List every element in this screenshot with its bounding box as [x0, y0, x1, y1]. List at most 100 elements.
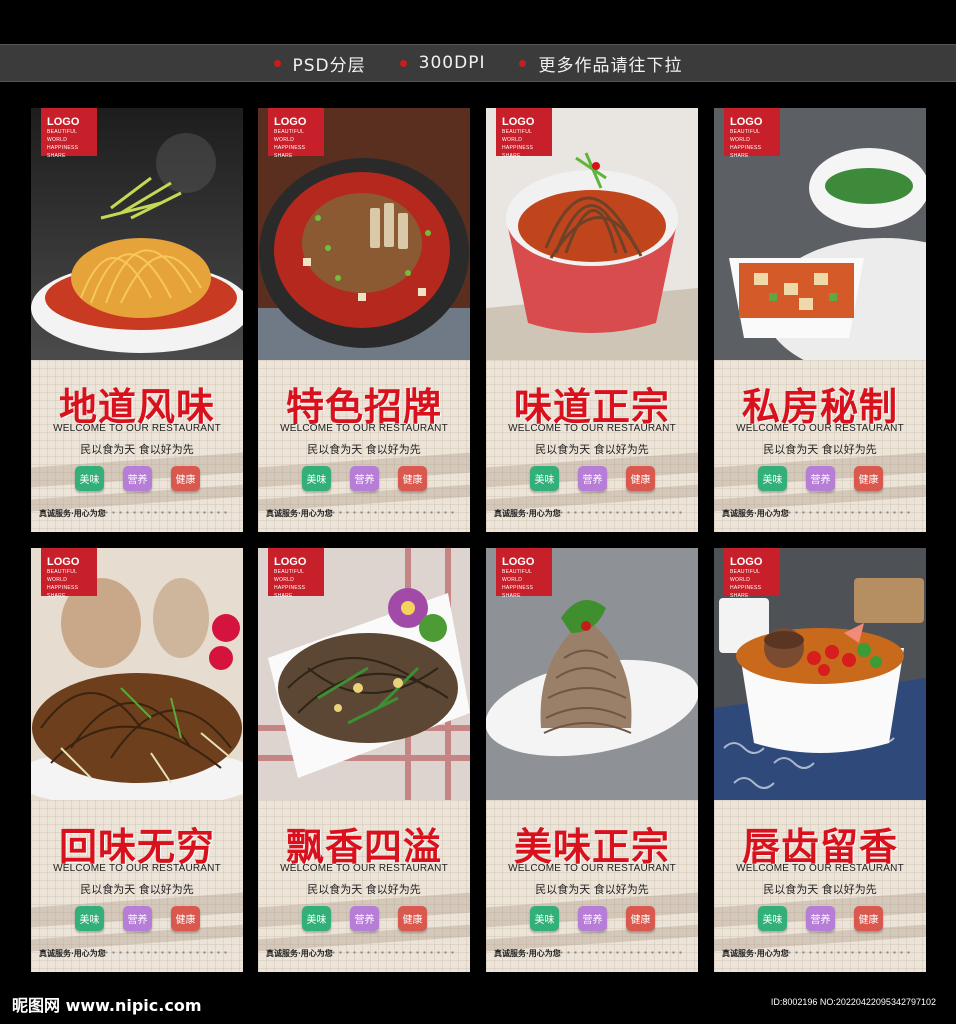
slogan-text: 民以食为天 食以好为先 [535, 883, 649, 896]
header-item-psd: PSD分层 [273, 51, 366, 76]
welcome-text: WELCOME TO OUR RESTAURANT [736, 863, 904, 874]
logo-badge: LOGO BEAUTIFUL WORLD HAPPINESS SHARE [41, 108, 97, 159]
logo-subtext: SHARE [274, 593, 293, 599]
tag-health: 健康 [398, 906, 427, 931]
menu-poster: LOGO BEAUTIFUL WORLD HAPPINESS SHARE 特色招牌 W… [258, 108, 470, 532]
logo-text: LOGO [502, 556, 535, 568]
menu-poster: LOGO BEAUTIFUL WORLD HAPPINESS SHARE 味道正宗 W… [486, 108, 698, 532]
slogan-text: 民以食为天 食以好为先 [80, 443, 194, 456]
slogan-text: 民以食为天 食以好为先 [535, 443, 649, 456]
tag-nutrition: 营养 [578, 466, 607, 491]
slogan-text: 民以食为天 食以好为先 [80, 883, 194, 896]
logo-badge: LOGO BEAUTIFUL WORLD HAPPINESS SHARE [724, 108, 780, 159]
service-text: 真诚服务·用心为您 [722, 508, 789, 518]
header-item-more: 更多作品请往下拉 [519, 51, 682, 76]
logo-subtext: SHARE [47, 153, 66, 159]
tag-tasty: 美味 [758, 906, 787, 931]
welcome-text: WELCOME TO OUR RESTAURANT [508, 423, 676, 434]
logo-subtext: SHARE [730, 593, 749, 599]
decorative-dots [786, 511, 914, 514]
tag-health: 健康 [398, 466, 427, 491]
tag-tasty: 美味 [75, 466, 104, 491]
decorative-dots [786, 951, 914, 954]
slogan-text: 民以食为天 食以好为先 [763, 883, 877, 896]
logo-subtext: BEAUTIFUL WORLD [730, 569, 761, 583]
logo-subtext: BEAUTIFUL WORLD [502, 569, 533, 583]
logo-text: LOGO [730, 116, 763, 128]
service-text: 真诚服务·用心为您 [266, 508, 333, 518]
decorative-dots [103, 511, 231, 514]
menu-poster: LOGO BEAUTIFUL WORLD HAPPINESS SHARE 地道风味 W… [31, 108, 243, 532]
menu-poster: LOGO BEAUTIFUL WORLD HAPPINESS SHARE 唇齿留香 W… [714, 548, 926, 972]
header-text: PSD分层 [292, 55, 366, 76]
bullet-icon [273, 59, 281, 67]
logo-text: LOGO [47, 556, 80, 568]
menu-poster: LOGO BEAUTIFUL WORLD HAPPINESS SHARE 飘香四溢 W… [258, 548, 470, 972]
decorative-dots [103, 951, 231, 954]
logo-subtext: BEAUTIFUL WORLD [47, 569, 78, 583]
logo-subtext: BEAUTIFUL WORLD [47, 129, 78, 143]
logo-subtext: SHARE [274, 153, 293, 159]
logo-subtext: SHARE [47, 593, 66, 599]
header-text: 300DPI [418, 53, 486, 73]
tag-health: 健康 [171, 906, 200, 931]
tag-nutrition: 营养 [350, 466, 379, 491]
logo-subtext: HAPPINESS [274, 145, 306, 151]
service-text: 真诚服务·用心为您 [722, 948, 789, 958]
image-id-text: ID:8002196 NO:20220422095342797102 [770, 997, 936, 1007]
logo-subtext: HAPPINESS [730, 585, 762, 591]
tag-nutrition: 营养 [123, 466, 152, 491]
logo-subtext: BEAUTIFUL WORLD [502, 129, 533, 143]
logo-subtext: HAPPINESS [274, 585, 306, 591]
welcome-text: WELCOME TO OUR RESTAURANT [53, 863, 221, 874]
service-text: 真诚服务·用心为您 [39, 948, 106, 958]
logo-badge: LOGO BEAUTIFUL WORLD HAPPINESS SHARE [496, 548, 552, 599]
logo-subtext: HAPPINESS [47, 585, 79, 591]
tag-nutrition: 营养 [806, 466, 835, 491]
logo-badge: LOGO BEAUTIFUL WORLD HAPPINESS SHARE [496, 108, 552, 159]
service-text: 真诚服务·用心为您 [39, 508, 106, 518]
service-text: 真诚服务·用心为您 [494, 508, 561, 518]
welcome-text: WELCOME TO OUR RESTAURANT [53, 423, 221, 434]
logo-text: LOGO [47, 116, 80, 128]
logo-subtext: SHARE [502, 593, 521, 599]
bullet-icon [519, 59, 527, 67]
tag-nutrition: 营养 [578, 906, 607, 931]
service-text: 真诚服务·用心为您 [494, 948, 561, 958]
tag-nutrition: 营养 [806, 906, 835, 931]
tag-health: 健康 [171, 466, 200, 491]
tag-health: 健康 [854, 466, 883, 491]
tag-nutrition: 营养 [123, 906, 152, 931]
logo-subtext: HAPPINESS [47, 145, 79, 151]
logo-badge: LOGO BEAUTIFUL WORLD HAPPINESS SHARE [724, 548, 780, 599]
logo-subtext: SHARE [730, 153, 749, 159]
logo-badge: LOGO BEAUTIFUL WORLD HAPPINESS SHARE [268, 548, 324, 599]
logo-badge: LOGO BEAUTIFUL WORLD HAPPINESS SHARE [268, 108, 324, 159]
menu-poster: LOGO BEAUTIFUL WORLD HAPPINESS SHARE 私房秘制 W… [714, 108, 926, 532]
welcome-text: WELCOME TO OUR RESTAURANT [280, 863, 448, 874]
logo-subtext: BEAUTIFUL WORLD [274, 129, 305, 143]
decorative-dots [558, 951, 686, 954]
tag-tasty: 美味 [302, 466, 331, 491]
welcome-text: WELCOME TO OUR RESTAURANT [508, 863, 676, 874]
logo-subtext: BEAUTIFUL WORLD [274, 569, 305, 583]
menu-poster: LOGO BEAUTIFUL WORLD HAPPINESS SHARE 回味无穷 W… [31, 548, 243, 972]
tag-health: 健康 [626, 466, 655, 491]
tag-tasty: 美味 [302, 906, 331, 931]
welcome-text: WELCOME TO OUR RESTAURANT [736, 423, 904, 434]
service-text: 真诚服务·用心为您 [266, 948, 333, 958]
logo-subtext: SHARE [502, 153, 521, 159]
bullet-icon [399, 59, 407, 67]
tag-tasty: 美味 [530, 906, 559, 931]
welcome-text: WELCOME TO OUR RESTAURANT [280, 423, 448, 434]
tag-tasty: 美味 [530, 466, 559, 491]
decorative-dots [330, 511, 458, 514]
slogan-text: 民以食为天 食以好为先 [307, 883, 421, 896]
logo-subtext: BEAUTIFUL WORLD [730, 129, 761, 143]
logo-subtext: HAPPINESS [502, 585, 534, 591]
slogan-text: 民以食为天 食以好为先 [763, 443, 877, 456]
header-item-dpi: 300DPI [399, 53, 486, 73]
decorative-dots [558, 511, 686, 514]
tag-health: 健康 [854, 906, 883, 931]
tag-health: 健康 [626, 906, 655, 931]
